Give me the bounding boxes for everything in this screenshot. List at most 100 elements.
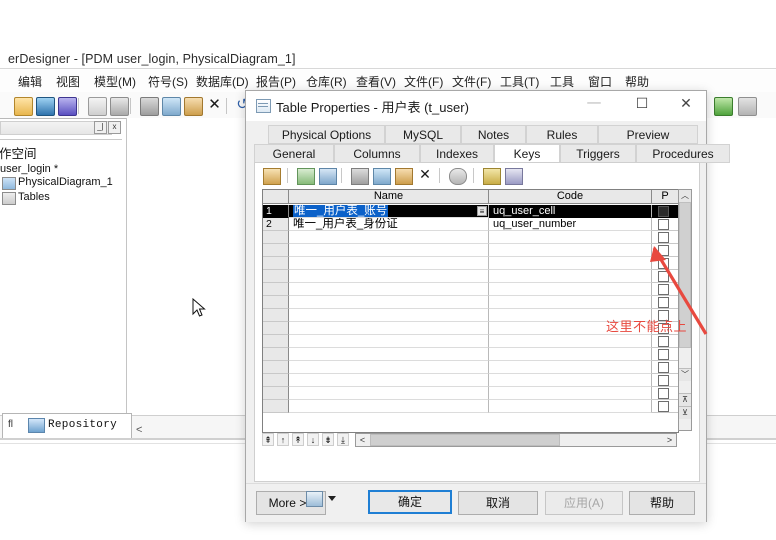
- table-row-empty[interactable]: [263, 361, 678, 374]
- menu-item-5[interactable]: 报告(P): [256, 73, 296, 90]
- row-number[interactable]: [263, 348, 289, 361]
- cell-name[interactable]: 唯一_用户表_账号 ≡: [289, 205, 489, 218]
- cell-primary[interactable]: [652, 387, 678, 400]
- menu-item-1[interactable]: 视图: [56, 73, 80, 90]
- tab-columns[interactable]: Columns: [334, 144, 420, 163]
- primary-checkbox[interactable]: [658, 375, 669, 386]
- tree-item-tables[interactable]: Tables: [18, 191, 50, 203]
- row-number[interactable]: [263, 361, 289, 374]
- move-down-one-button[interactable]: ⇟: [322, 433, 334, 446]
- menu-item-7[interactable]: 查看(V): [356, 73, 396, 90]
- delete-icon[interactable]: ✕: [417, 168, 433, 183]
- cell-primary[interactable]: [652, 361, 678, 374]
- insert-row-icon[interactable]: [297, 168, 315, 185]
- cell-code[interactable]: [489, 374, 652, 387]
- table-row-empty[interactable]: [263, 348, 678, 361]
- minimize-button[interactable]: —: [572, 91, 616, 121]
- paste-icon[interactable]: [395, 168, 413, 185]
- primary-checkbox[interactable]: [658, 206, 669, 217]
- cell-name[interactable]: [289, 257, 489, 270]
- cell-name[interactable]: [289, 374, 489, 387]
- row-number[interactable]: 2: [263, 218, 289, 231]
- find-icon[interactable]: [449, 168, 467, 185]
- menu-item-2[interactable]: 模型(M): [94, 73, 136, 90]
- table-row-empty[interactable]: [263, 244, 678, 257]
- table-row-empty[interactable]: [263, 387, 678, 400]
- menu-item-8[interactable]: 文件(F): [404, 73, 443, 90]
- cell-code[interactable]: [489, 400, 652, 413]
- primary-checkbox[interactable]: [658, 349, 669, 360]
- row-number[interactable]: [263, 257, 289, 270]
- move-down-button[interactable]: ↓: [307, 433, 319, 446]
- row-number[interactable]: 1: [263, 205, 289, 218]
- row-number[interactable]: [263, 374, 289, 387]
- table-row-empty[interactable]: [263, 374, 678, 387]
- cancel-button[interactable]: 取消: [458, 491, 538, 515]
- row-number[interactable]: [263, 335, 289, 348]
- row-number[interactable]: [263, 244, 289, 257]
- delete-icon[interactable]: ✕: [206, 97, 223, 114]
- cell-code[interactable]: [489, 244, 652, 257]
- cell-primary[interactable]: [652, 400, 678, 413]
- cell-code[interactable]: [489, 296, 652, 309]
- tree-item-physical-diagram[interactable]: PhysicalDiagram_1: [18, 176, 113, 188]
- cell-name[interactable]: [289, 335, 489, 348]
- tab-procedures[interactable]: Procedures: [636, 144, 730, 163]
- primary-checkbox[interactable]: [658, 362, 669, 373]
- move-up-button[interactable]: ↑: [277, 433, 289, 446]
- scroll-left-button[interactable]: <: [356, 434, 369, 446]
- cell-code[interactable]: [489, 270, 652, 283]
- move-up-one-button[interactable]: ↟: [292, 433, 304, 446]
- paste-icon[interactable]: [184, 97, 203, 116]
- tab-rules[interactable]: Rules: [526, 125, 598, 144]
- cell-name[interactable]: [289, 296, 489, 309]
- menu-item-12[interactable]: 窗口: [588, 73, 612, 90]
- cell-code[interactable]: [489, 231, 652, 244]
- menu-item-6[interactable]: 仓库(R): [306, 73, 347, 90]
- print-icon[interactable]: [110, 97, 129, 116]
- table-row-empty[interactable]: [263, 400, 678, 413]
- scroll-page-bottom-button[interactable]: ⊻: [679, 406, 691, 419]
- maximize-button[interactable]: ☐: [620, 91, 664, 121]
- grid-horizontal-scrollbar[interactable]: < >: [355, 433, 677, 447]
- menu-item-11[interactable]: 工具: [550, 73, 574, 90]
- primary-checkbox[interactable]: [658, 388, 669, 399]
- properties-icon[interactable]: [263, 168, 281, 185]
- cell-code[interactable]: [489, 361, 652, 374]
- include-icon[interactable]: [483, 168, 501, 185]
- table-row-empty[interactable]: [263, 283, 678, 296]
- row-number[interactable]: [263, 283, 289, 296]
- cell-name[interactable]: [289, 270, 489, 283]
- tab-mysql[interactable]: MySQL: [385, 125, 461, 144]
- tab-preview[interactable]: Preview: [598, 125, 698, 144]
- cell-name[interactable]: [289, 244, 489, 257]
- menu-item-0[interactable]: 编辑: [18, 73, 42, 90]
- keys-grid[interactable]: Name Code P 1 唯一_用户表_账号 ≡ uq_user_cell 2 唯一_用…: [262, 189, 679, 433]
- cell-primary[interactable]: [652, 218, 678, 231]
- close-button[interactable]: ✕: [664, 91, 708, 121]
- cell-code[interactable]: [489, 387, 652, 400]
- move-last-button[interactable]: ⤓: [337, 433, 349, 446]
- open-folder-icon[interactable]: [14, 97, 33, 116]
- table-row-empty[interactable]: [263, 257, 678, 270]
- cell-primary[interactable]: [652, 348, 678, 361]
- cell-code[interactable]: [489, 283, 652, 296]
- tab-triggers[interactable]: Triggers: [560, 144, 636, 163]
- cell-code[interactable]: uq_user_cell: [489, 205, 652, 218]
- panel-collapse-button[interactable]: _|: [94, 121, 107, 134]
- cell-name[interactable]: [289, 361, 489, 374]
- scroll-page-top-button[interactable]: ⊼: [679, 393, 691, 406]
- save-icon[interactable]: [36, 97, 55, 116]
- copy-icon[interactable]: [373, 168, 391, 185]
- table-row-empty[interactable]: [263, 231, 678, 244]
- menu-item-9[interactable]: 文件(F): [452, 73, 491, 90]
- add-row-icon[interactable]: [319, 168, 337, 185]
- tab-general[interactable]: General: [254, 144, 334, 163]
- menu-item-10[interactable]: 工具(T): [500, 73, 539, 90]
- row-number[interactable]: [263, 296, 289, 309]
- cell-name[interactable]: [289, 400, 489, 413]
- hscroll-thumb[interactable]: [370, 434, 560, 446]
- generate-icon[interactable]: [738, 97, 757, 116]
- row-number[interactable]: [263, 387, 289, 400]
- scroll-down-button[interactable]: ﹀: [679, 368, 691, 381]
